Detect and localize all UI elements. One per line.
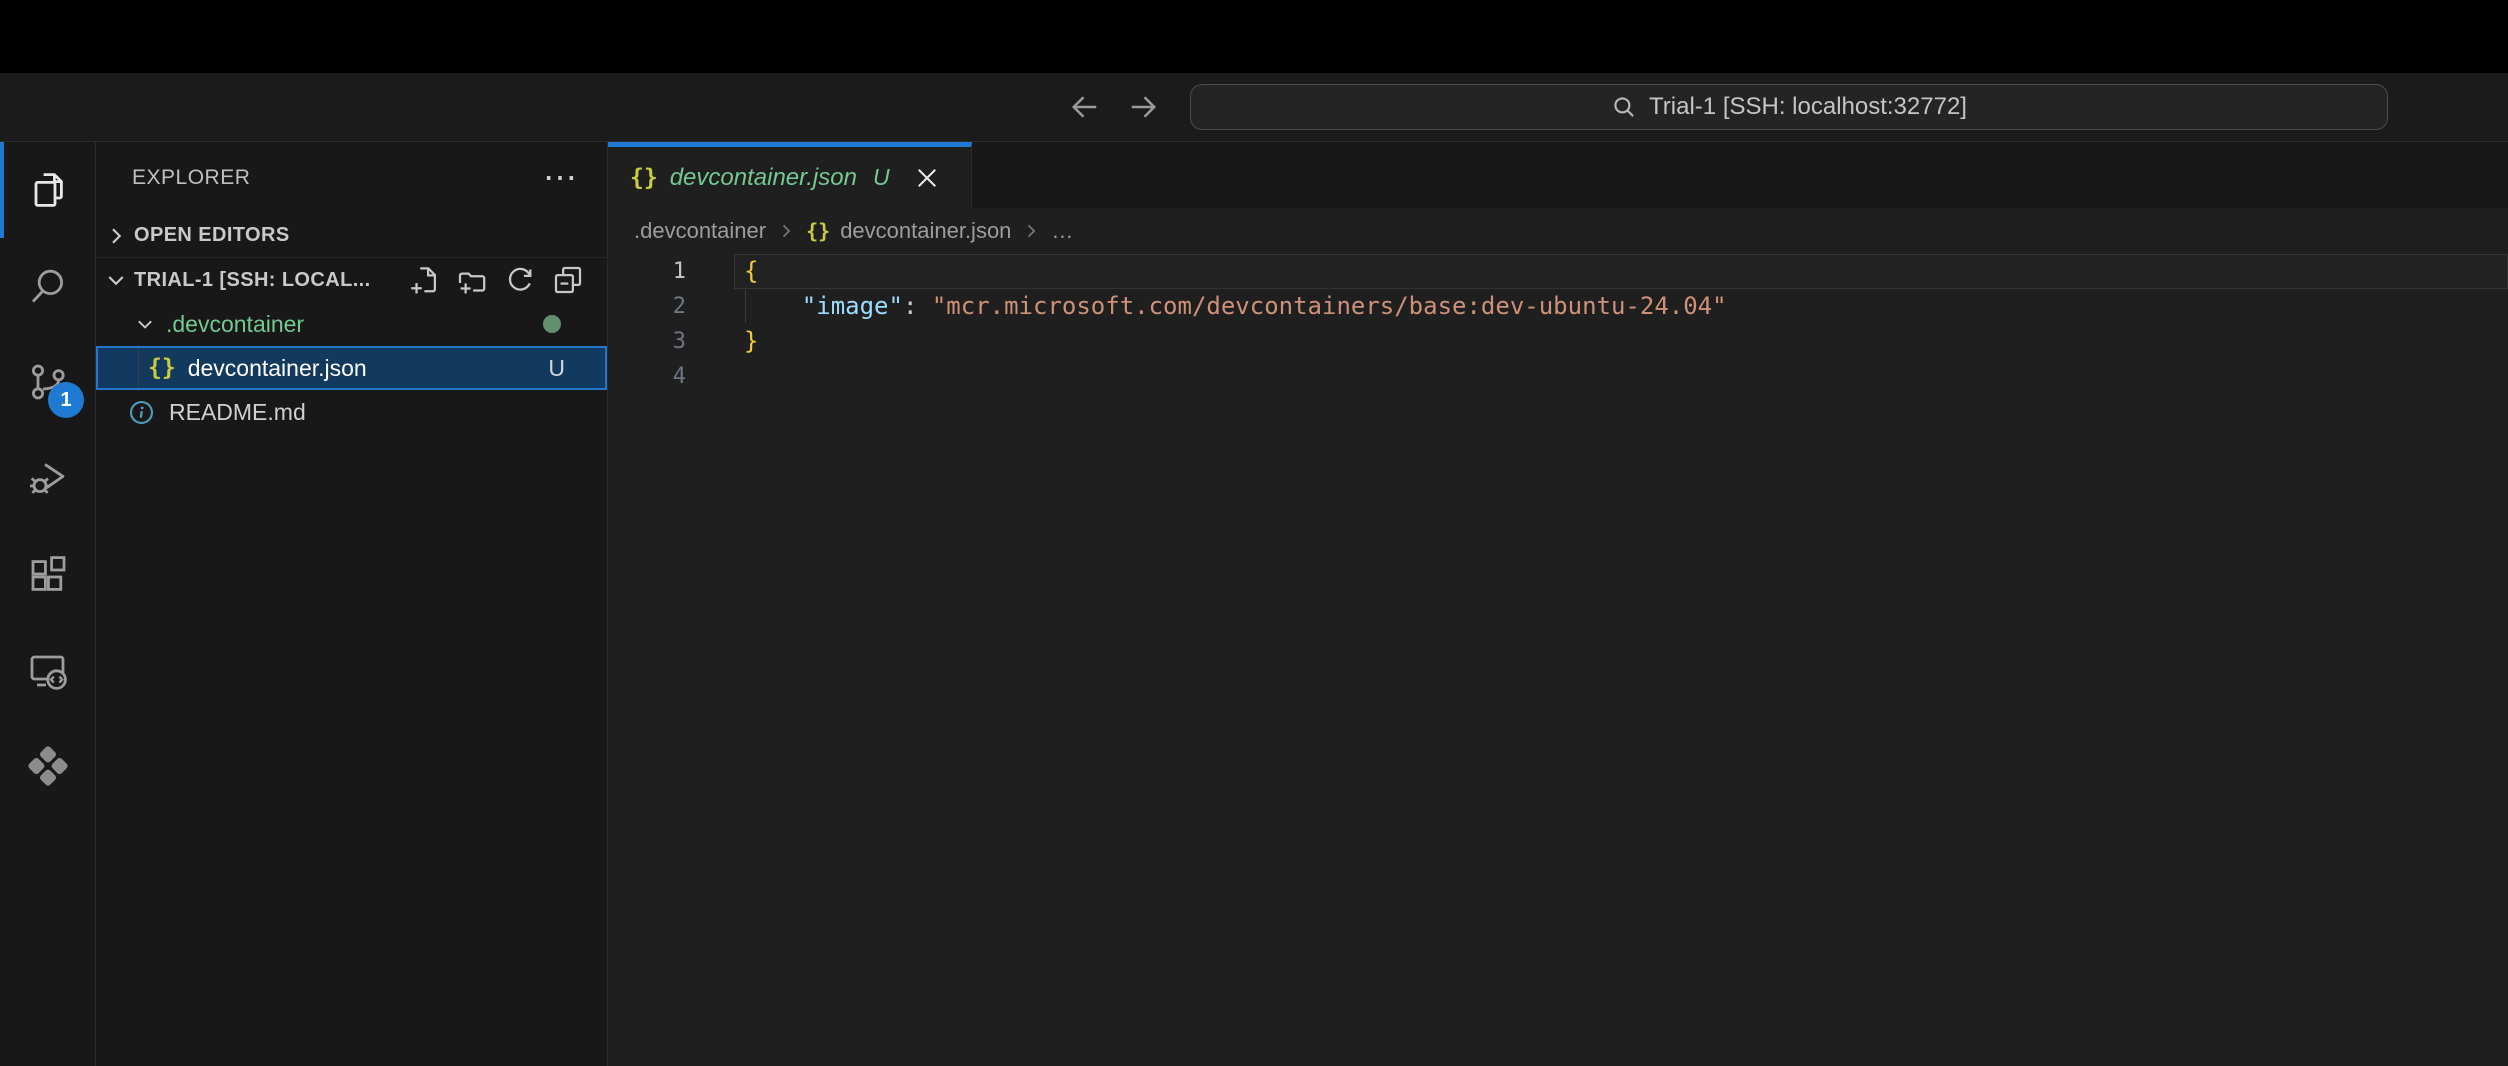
debug-icon bbox=[24, 454, 72, 502]
explorer-sidebar: EXPLORER ⋯ OPEN EDITORS TRIAL-1 [SSH: LO bbox=[96, 142, 608, 1066]
tab-bar: {} devcontainer.json U bbox=[608, 142, 2508, 208]
line-content: "image": "mcr.microsoft.com/devcontainer… bbox=[744, 289, 1727, 324]
tab-devcontainer-json[interactable]: {} devcontainer.json U bbox=[608, 142, 972, 208]
activity-item-source-control[interactable]: 1 bbox=[0, 334, 96, 430]
files-icon bbox=[24, 166, 72, 214]
activity-item-search[interactable] bbox=[0, 238, 96, 334]
chevron-right-icon bbox=[1021, 221, 1041, 241]
breadcrumb: .devcontainer {} devcontainer.json … bbox=[608, 208, 2508, 254]
breadcrumb-item-file[interactable]: devcontainer.json bbox=[840, 218, 1011, 244]
tree-item-readme[interactable]: README.md bbox=[96, 390, 607, 434]
tab-git-badge: U bbox=[873, 164, 890, 191]
file-name: README.md bbox=[169, 399, 306, 426]
code-token: "image" bbox=[802, 292, 903, 320]
activity-item-diamond-extension[interactable] bbox=[0, 718, 96, 814]
open-editors-section[interactable]: OPEN EDITORS bbox=[96, 214, 607, 258]
git-untracked-badge: U bbox=[548, 355, 565, 382]
info-icon bbox=[128, 399, 155, 426]
editor-group: {} devcontainer.json U .devcontainer bbox=[608, 142, 2508, 1066]
macos-menubar-area bbox=[0, 0, 2508, 73]
activity-item-run-and-debug[interactable] bbox=[0, 430, 96, 526]
line-number: 4 bbox=[608, 359, 744, 394]
json-file-icon: {} bbox=[630, 165, 658, 191]
json-file-icon: {} bbox=[148, 355, 176, 381]
activity-bar: 1 bbox=[0, 142, 96, 1066]
chevron-down-icon bbox=[134, 313, 156, 335]
activity-item-extensions[interactable] bbox=[0, 526, 96, 622]
sidebar-title: EXPLORER bbox=[132, 166, 543, 190]
code-line[interactable]: 3 } bbox=[608, 324, 2508, 359]
active-indicator bbox=[0, 142, 4, 238]
activity-item-remote-explorer[interactable] bbox=[0, 622, 96, 718]
line-number: 1 bbox=[608, 254, 744, 289]
code-token bbox=[744, 292, 802, 320]
line-number: 3 bbox=[608, 324, 744, 359]
indent-guide bbox=[138, 348, 139, 388]
line-content: { bbox=[744, 254, 758, 289]
chevron-right-icon bbox=[104, 224, 128, 248]
code-token: "mcr.microsoft.com/devcontainers/base:de… bbox=[932, 292, 1727, 320]
search-icon bbox=[1611, 94, 1637, 120]
sidebar-header: EXPLORER ⋯ bbox=[96, 142, 607, 214]
close-icon bbox=[915, 166, 939, 190]
workbench: 1 bbox=[0, 142, 2508, 1066]
history-navigation bbox=[1066, 73, 1162, 141]
tab-label: devcontainer.json bbox=[670, 164, 857, 192]
extensions-icon bbox=[24, 550, 72, 598]
line-number: 2 bbox=[608, 289, 744, 324]
code-line[interactable]: 2 "image": "mcr.microsoft.com/devcontain… bbox=[608, 289, 2508, 324]
line-content: } bbox=[744, 324, 758, 359]
code-line[interactable]: 4 bbox=[608, 359, 2508, 394]
refresh-button[interactable] bbox=[505, 265, 535, 295]
workspace-section-header[interactable]: TRIAL-1 [SSH: LOCAL... bbox=[96, 258, 607, 302]
back-button[interactable] bbox=[1066, 88, 1104, 126]
folder-name: .devcontainer bbox=[166, 311, 304, 338]
arrow-right-icon bbox=[1125, 89, 1161, 125]
diamond-cluster-icon bbox=[24, 742, 72, 790]
search-icon bbox=[24, 262, 72, 310]
code-line[interactable]: 1 { bbox=[608, 254, 2508, 289]
command-center[interactable]: Trial-1 [SSH: localhost:32772] bbox=[1190, 84, 2388, 130]
breadcrumb-item-symbol[interactable]: … bbox=[1051, 218, 1073, 244]
chevron-right-icon bbox=[776, 221, 796, 241]
arrow-left-icon bbox=[1067, 89, 1103, 125]
forward-button[interactable] bbox=[1124, 88, 1162, 126]
source-control-badge: 1 bbox=[48, 382, 84, 418]
tree-item-devcontainer-json[interactable]: {} devcontainer.json U bbox=[96, 346, 607, 390]
workspace-section-label: TRIAL-1 [SSH: LOCAL... bbox=[134, 269, 371, 292]
tab-close-button[interactable] bbox=[910, 161, 944, 195]
json-file-icon: {} bbox=[806, 219, 830, 243]
code-token: } bbox=[744, 327, 758, 355]
window-title: Trial-1 [SSH: localhost:32772] bbox=[1649, 93, 1967, 121]
open-editors-label: OPEN EDITORS bbox=[134, 224, 290, 247]
section-actions bbox=[409, 265, 583, 295]
code-token: { bbox=[744, 257, 758, 285]
collapse-all-button[interactable] bbox=[553, 265, 583, 295]
title-bar: Trial-1 [SSH: localhost:32772] bbox=[0, 73, 2508, 142]
code-token: : bbox=[903, 292, 932, 320]
vscode-window: Trial-1 [SSH: localhost:32772] bbox=[0, 0, 2508, 1066]
activity-item-explorer[interactable] bbox=[0, 142, 96, 238]
code-editor: 1 { 2 "image": "mcr.microsoft.com/devcon… bbox=[608, 254, 2508, 1066]
modified-dot-badge bbox=[543, 315, 561, 333]
file-name: devcontainer.json bbox=[188, 355, 367, 382]
breadcrumb-item-folder[interactable]: .devcontainer bbox=[634, 218, 766, 244]
new-file-button[interactable] bbox=[409, 265, 439, 295]
more-actions-icon[interactable]: ⋯ bbox=[543, 168, 577, 188]
remote-explorer-icon bbox=[24, 646, 72, 694]
new-folder-button[interactable] bbox=[457, 265, 487, 295]
chevron-down-icon bbox=[104, 268, 128, 292]
tree-item-devcontainer-folder[interactable]: .devcontainer bbox=[96, 302, 607, 346]
